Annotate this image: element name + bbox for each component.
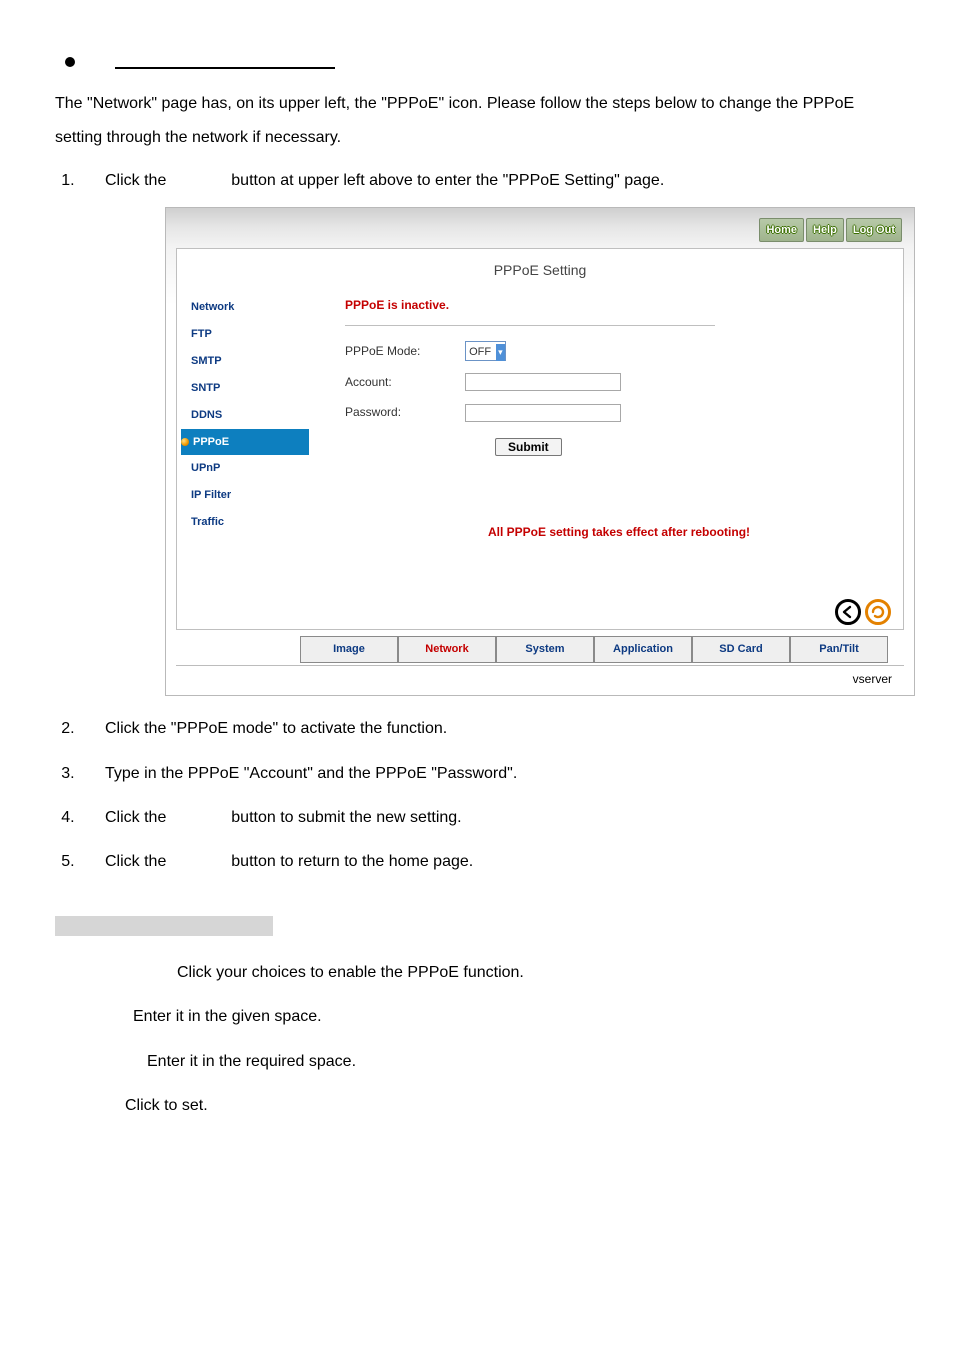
panel-title: PPPoE Setting (177, 249, 903, 294)
tab-network[interactable]: Network (398, 636, 496, 663)
pppoe-status: PPPoE is inactive. (345, 294, 893, 323)
step-4-text-b: button to submit the new setting. (231, 809, 461, 826)
step-5-text-b: button to return to the home page. (231, 853, 473, 870)
tab-application[interactable]: Application (594, 636, 692, 663)
sidebar-item-network[interactable]: Network (181, 294, 309, 321)
password-input[interactable] (465, 404, 621, 422)
step-1-text-a: Click the (105, 172, 166, 189)
description-heading-block (55, 916, 273, 936)
reboot-warning: All PPPoE setting takes effect after reb… (345, 521, 893, 544)
tab-pantilt[interactable]: Pan/Tilt (790, 636, 888, 663)
step-3: Type in the PPPoE "Account" and the PPPo… (79, 759, 899, 789)
form-column: PPPoE is inactive. PPPoE Mode: OFF ▾ Acc… (309, 294, 903, 546)
chevron-down-icon: ▾ (496, 344, 505, 361)
step-5-text-a: Click the (105, 853, 166, 870)
logout-button[interactable]: Log Out (846, 218, 902, 243)
steps-list: Click the button at upper left above to … (55, 166, 899, 878)
pppoe-screenshot: Home Help Log Out PPPoE Setting Network … (165, 207, 915, 697)
back-icon[interactable] (835, 599, 861, 625)
sidebar-item-ftp[interactable]: FTP (181, 321, 309, 348)
bullet-icon (65, 57, 75, 67)
sidebar-item-label: PPPoE (193, 432, 229, 453)
submit-button[interactable]: Submit (495, 438, 562, 456)
sidebar-item-ipfilter[interactable]: IP Filter (181, 482, 309, 509)
desc-account: Enter it in the given space. (55, 1002, 899, 1032)
divider (345, 325, 715, 326)
sidebar: Network FTP SMTP SNTP DDNS PPPoE UPnP IP… (177, 294, 309, 546)
pppoe-mode-select[interactable]: OFF ▾ (465, 341, 506, 361)
section-heading-row (55, 55, 899, 69)
help-button[interactable]: Help (806, 218, 844, 243)
step-1-text-b: button at upper left above to enter the … (231, 172, 664, 189)
sidebar-item-upnp[interactable]: UPnP (181, 455, 309, 482)
desc-password: Enter it in the required space. (55, 1047, 899, 1077)
label-mode: PPPoE Mode: (345, 340, 465, 363)
tab-sdcard[interactable]: SD Card (692, 636, 790, 663)
heading-underline (115, 55, 335, 69)
step-4-text-a: Click the (105, 809, 166, 826)
refresh-icon[interactable] (865, 599, 891, 625)
sidebar-item-smtp[interactable]: SMTP (181, 348, 309, 375)
tab-image[interactable]: Image (300, 636, 398, 663)
bottom-tabs: Image Network System Application SD Card… (300, 636, 914, 663)
sidebar-item-sntp[interactable]: SNTP (181, 375, 309, 402)
label-password: Password: (345, 401, 465, 424)
brand-label: vserver (176, 665, 904, 695)
row-account: Account: (345, 371, 893, 394)
step-4: Click the button to submit the new setti… (79, 803, 899, 833)
step-1: Click the button at upper left above to … (79, 166, 899, 696)
desc-submit: Click to set. (55, 1091, 899, 1121)
intro-paragraph: The "Network" page has, on its upper lef… (55, 87, 899, 154)
tab-system[interactable]: System (496, 636, 594, 663)
select-value: OFF (469, 346, 491, 358)
home-button[interactable]: Home (759, 218, 804, 243)
panel-inner: PPPoE Setting Network FTP SMTP SNTP DDNS… (176, 248, 904, 630)
row-mode: PPPoE Mode: OFF ▾ (345, 340, 893, 363)
sidebar-item-traffic[interactable]: Traffic (181, 509, 309, 536)
account-input[interactable] (465, 373, 621, 391)
sidebar-item-pppoe[interactable]: PPPoE (181, 429, 309, 456)
label-account: Account: (345, 371, 465, 394)
sidebar-item-ddns[interactable]: DDNS (181, 402, 309, 429)
top-button-bar: Home Help Log Out (166, 208, 914, 243)
step-5: Click the button to return to the home p… (79, 847, 899, 877)
row-password: Password: (345, 401, 893, 424)
footer-icons (835, 599, 891, 625)
desc-pppoe-mode: Click your choices to enable the PPPoE f… (55, 958, 899, 988)
step-2: Click the "PPPoE mode" to activate the f… (79, 714, 899, 744)
